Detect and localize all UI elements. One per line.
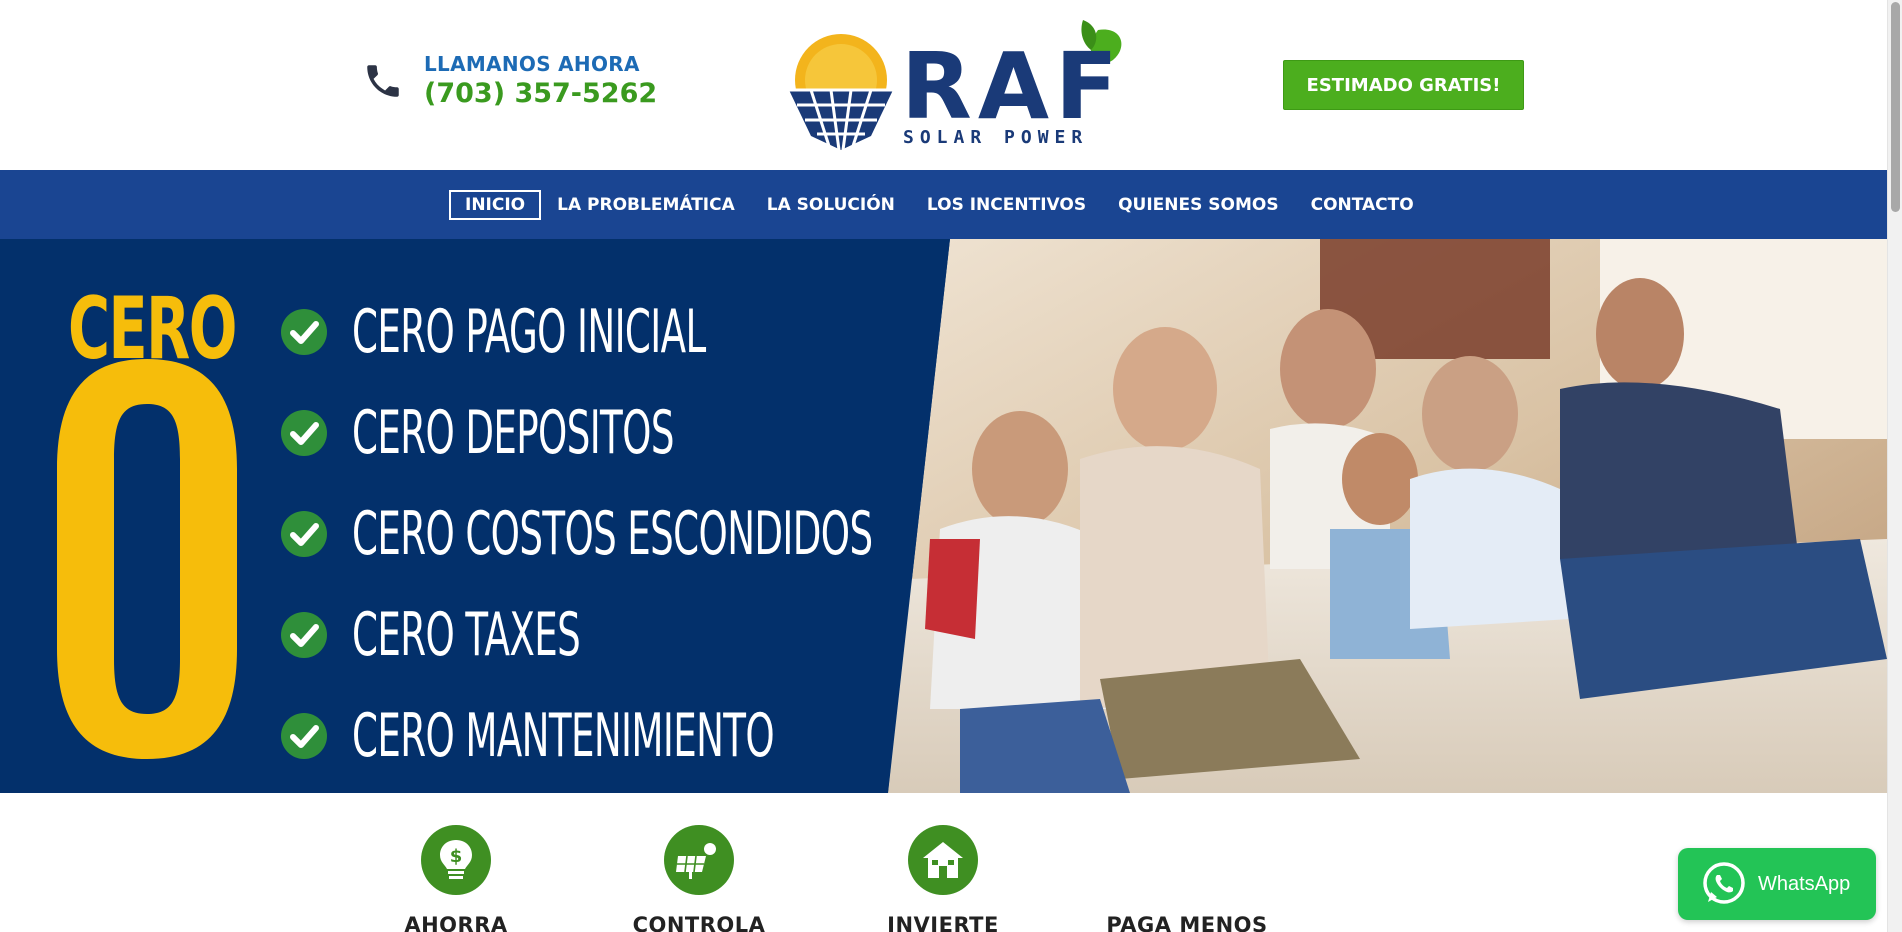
hero-banner: CERO CERO PAGO INICIAL CERO DEPOSITOS CE… (0, 239, 1887, 793)
check-icon (281, 409, 327, 456)
nav-item-problematica[interactable]: LA PROBLEMÁTICA (557, 195, 735, 215)
feature-text: CERO MANTENIMIENTO (352, 700, 775, 771)
phone-contact[interactable]: LLAMANOS AHORA (703) 357-5262 (362, 52, 657, 109)
call-label: LLAMANOS AHORA (424, 52, 640, 76)
nav-item-incentivos[interactable]: LOS INCENTIVOS (927, 195, 1086, 215)
feature-text: CERO DEPOSITOS (352, 397, 674, 468)
svg-text:RAF: RAF (901, 33, 1124, 140)
nav-item-quienes-somos[interactable]: QUIENES SOMOS (1118, 195, 1279, 215)
svg-text:SOLAR POWER: SOLAR POWER (903, 127, 1088, 148)
benefit-controla: CONTROLA (599, 825, 799, 932)
feature-text: CERO TAXES (352, 599, 581, 670)
solar-panel-icon (664, 825, 734, 895)
feature-text: CERO COSTOS ESCONDIDOS (352, 498, 873, 569)
page-scrollbar[interactable] (1887, 0, 1902, 932)
dollar-bulb-icon: $ (421, 825, 491, 895)
phone-icon (367, 64, 399, 97)
svg-text:$: $ (450, 846, 463, 867)
benefit-label: CONTROLA (632, 913, 766, 932)
solar-house-icon (908, 825, 978, 895)
benefit-invierte: INVIERTE (843, 825, 1043, 932)
benefit-label: INVIERTE (887, 913, 999, 932)
check-icon (281, 712, 327, 759)
whatsapp-label: WhatsApp (1758, 872, 1851, 895)
benefit-label: AHORRA (404, 913, 508, 932)
benefit-label: PAGA MENOS (1106, 913, 1268, 932)
zero-digit-graphic (57, 359, 237, 759)
scrollbar-thumb[interactable] (1891, 2, 1900, 212)
list-item: CERO MANTENIMIENTO (280, 685, 1191, 786)
whatsapp-icon (1703, 862, 1745, 904)
nav-item-solucion[interactable]: LA SOLUCIÓN (767, 195, 895, 215)
list-item: CERO TAXES (280, 584, 1191, 685)
feature-list: CERO PAGO INICIAL CERO DEPOSITOS CERO CO… (280, 281, 1191, 786)
check-icon (281, 308, 327, 355)
free-estimate-button[interactable]: ESTIMADO GRATIS! (1283, 60, 1524, 110)
list-item: CERO DEPOSITOS (280, 382, 1191, 483)
benefit-paga-menos: PAGA MENOS (1087, 825, 1287, 932)
list-item: CERO PAGO INICIAL (280, 281, 1191, 382)
site-header: LLAMANOS AHORA (703) 357-5262 RAF SOLAR … (0, 0, 1887, 170)
feature-text: CERO PAGO INICIAL (352, 296, 706, 367)
phone-number[interactable]: (703) 357-5262 (424, 78, 657, 109)
list-item: CERO COSTOS ESCONDIDOS (280, 483, 1191, 584)
main-nav: INICIO LA PROBLEMÁTICA LA SOLUCIÓN LOS I… (0, 170, 1887, 239)
benefits-section: $ AHORRA CONTROLA INVIERTE PAGA MENOS (0, 793, 1887, 932)
check-icon (281, 510, 327, 557)
benefit-ahorra: $ AHORRA (356, 825, 556, 932)
check-icon (281, 611, 327, 658)
whatsapp-button[interactable]: WhatsApp (1678, 848, 1876, 920)
raf-solar-logo[interactable]: RAF SOLAR POWER (783, 18, 1128, 153)
nav-item-inicio[interactable]: INICIO (449, 190, 542, 220)
nav-item-contacto[interactable]: CONTACTO (1311, 195, 1414, 215)
